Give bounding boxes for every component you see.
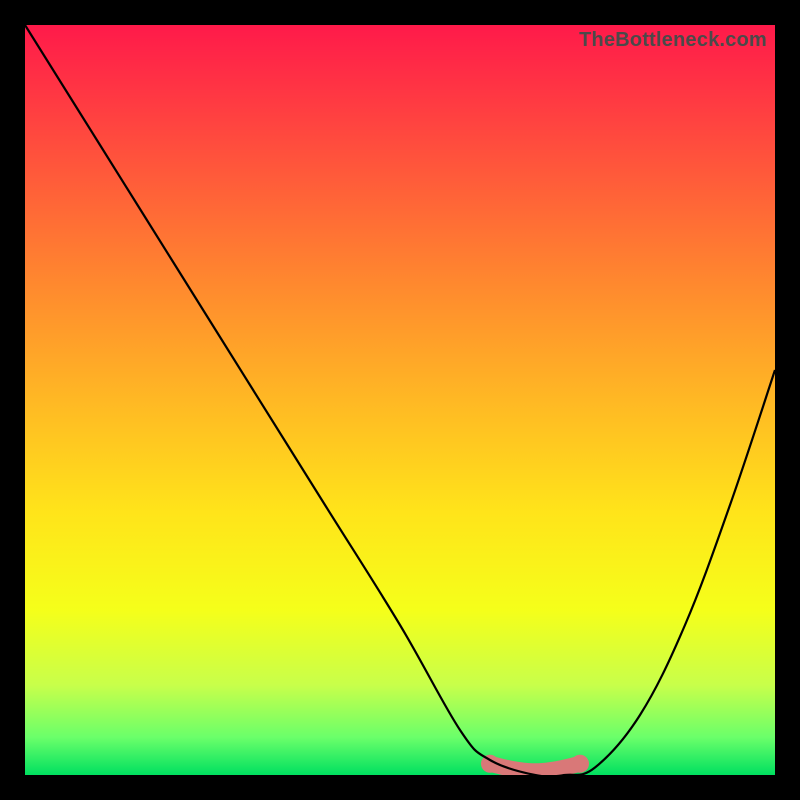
chart-container: TheBottleneck.com [0, 0, 800, 800]
bottleneck-curve [25, 25, 775, 775]
plot-area: TheBottleneck.com [25, 25, 775, 775]
watermark-label: TheBottleneck.com [579, 29, 767, 52]
optimal-band-end-dot [571, 755, 589, 773]
chart-svg [25, 25, 775, 775]
